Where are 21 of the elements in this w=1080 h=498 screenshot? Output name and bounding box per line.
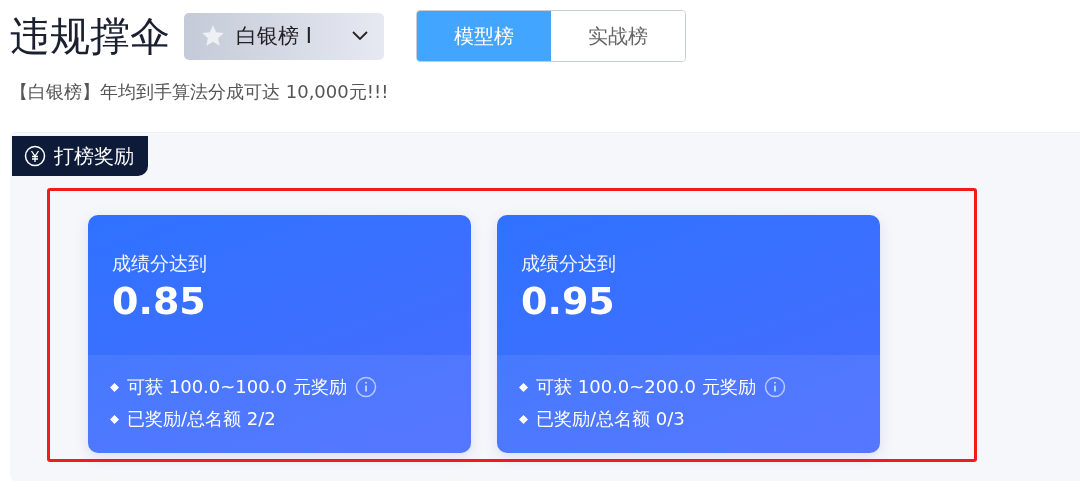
bullet-icon (110, 414, 119, 424)
card-label: 成绩分达到 (521, 251, 617, 276)
bullet-icon (519, 382, 528, 392)
bullet-icon (110, 382, 119, 392)
score-value: 0.85 (112, 279, 207, 323)
reward-range: 可获 100.0~200.0 元奖励 (536, 375, 756, 399)
info-icon[interactable] (354, 376, 377, 398)
subtitle: 【白银榜】年均到手算法分成可达 10,000元!!! (10, 80, 390, 104)
score-value: 0.95 (521, 279, 616, 323)
chevron-down-icon (352, 31, 368, 41)
card-label: 成绩分达到 (112, 251, 208, 276)
reward-range: 可获 100.0~100.0 元奖励 (127, 375, 347, 399)
tag-label: 打榜奖励 (54, 142, 134, 170)
tier-dropdown[interactable]: 白银榜 I (184, 12, 384, 60)
quota-count: 已奖励/总名额 2/2 (127, 407, 276, 431)
quota-count: 已奖励/总名额 0/3 (536, 407, 685, 431)
bullet-icon (519, 414, 528, 424)
page-title: 违规撑伞 (10, 12, 170, 61)
info-icon[interactable] (763, 376, 786, 398)
yen-icon (24, 145, 46, 167)
star-icon (200, 23, 226, 49)
